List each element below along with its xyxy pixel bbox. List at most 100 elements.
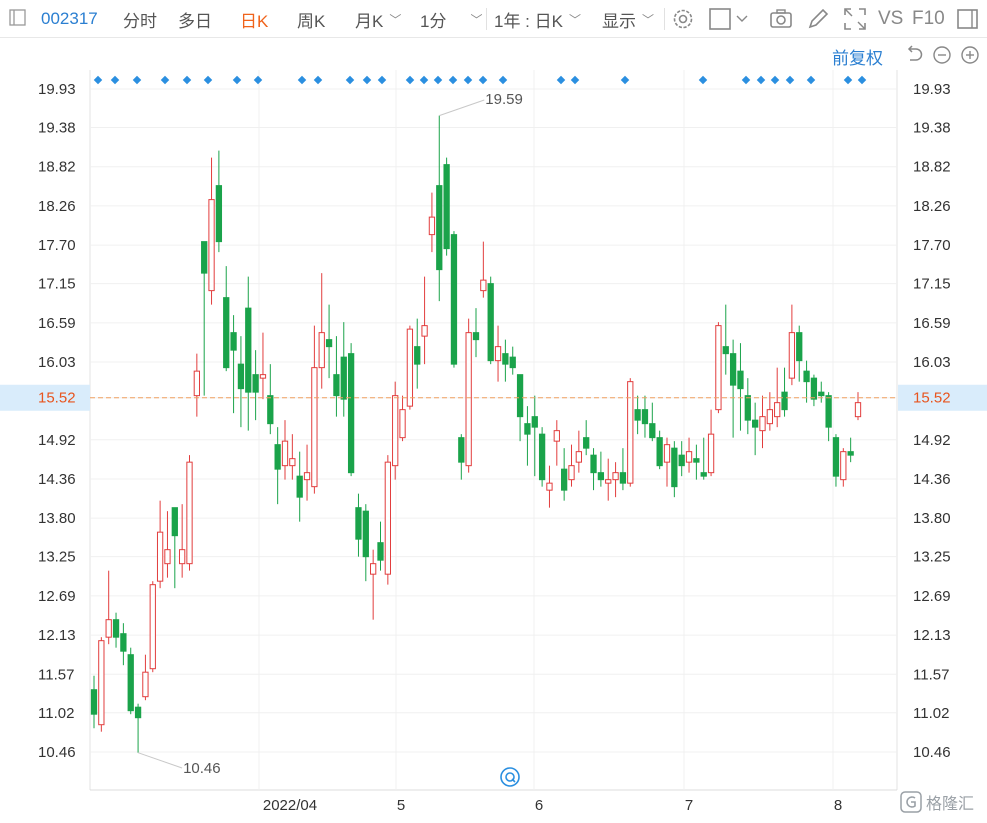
event-marker-diamond xyxy=(132,75,142,85)
y-tick-label-left: 12.69 xyxy=(38,588,76,605)
event-marker-diamond xyxy=(182,75,192,85)
current-price-label-right: 15.52 xyxy=(913,390,951,407)
candle-down xyxy=(752,419,759,428)
y-tick-label-right: 17.70 xyxy=(913,237,951,254)
candle-up xyxy=(399,409,406,439)
event-marker-diamond xyxy=(498,75,508,85)
candle-up xyxy=(98,640,105,726)
candle-down xyxy=(737,370,744,390)
candle-down xyxy=(333,374,340,397)
candle-down xyxy=(252,374,259,393)
y-tick-label-right: 12.13 xyxy=(913,627,951,644)
candle-up xyxy=(179,549,186,565)
y-tick-label-right: 11.57 xyxy=(913,666,949,683)
candle-up xyxy=(854,402,862,418)
candle-up xyxy=(774,402,781,418)
event-marker-diamond xyxy=(433,75,443,85)
event-marker-diamond xyxy=(203,75,213,85)
candle-up xyxy=(289,458,296,467)
candle-down xyxy=(693,458,700,463)
x-tick-label: 8 xyxy=(834,797,842,814)
candle-down xyxy=(641,409,649,425)
candle-up xyxy=(311,367,318,488)
candle-down xyxy=(340,356,347,400)
candle-down xyxy=(671,447,678,488)
candle-down xyxy=(245,307,252,393)
event-marker-diamond xyxy=(232,75,242,85)
y-tick-label-left: 11.02 xyxy=(38,705,74,722)
candle-up xyxy=(208,199,215,292)
candle-down xyxy=(810,377,818,400)
candle-down xyxy=(583,437,590,449)
candle-down xyxy=(832,437,840,477)
candle-up xyxy=(553,430,560,442)
candle-down xyxy=(590,454,597,474)
candle-up xyxy=(193,370,200,397)
y-tick-label-right: 16.59 xyxy=(913,315,951,332)
y-tick-label-right: 12.69 xyxy=(913,588,951,605)
y-tick-label-left: 14.92 xyxy=(38,432,76,449)
candle-up xyxy=(663,444,671,463)
event-marker-diamond xyxy=(419,75,429,85)
y-tick-label-right: 13.80 xyxy=(913,510,951,527)
candle-up xyxy=(421,325,428,337)
y-tick-label-right: 14.36 xyxy=(913,471,951,488)
candle-down xyxy=(729,353,737,386)
candle-down xyxy=(803,370,810,383)
event-marker-diamond xyxy=(297,75,307,85)
candle-down xyxy=(649,423,656,439)
y-tick-label-left: 17.15 xyxy=(38,276,76,293)
event-marker-icon[interactable] xyxy=(499,766,521,788)
event-marker-diamond xyxy=(478,75,488,85)
candle-down xyxy=(825,395,832,428)
candle-down xyxy=(597,472,605,481)
high-annotation-line xyxy=(439,99,485,117)
y-tick-label-left: 13.80 xyxy=(38,510,76,527)
candle-down xyxy=(538,433,546,481)
candle-up xyxy=(685,451,693,463)
candle-up xyxy=(281,440,289,467)
y-tick-label-left: 19.93 xyxy=(38,81,76,98)
y-tick-label-right: 19.93 xyxy=(913,81,951,98)
candle-down xyxy=(127,654,134,712)
candle-down xyxy=(377,542,384,561)
candle-down xyxy=(274,444,281,470)
candlestick-chart[interactable]: 19.93 19.93 19.38 19.38 18.82 18.82 18.26 18.26… xyxy=(0,0,987,823)
candle-down xyxy=(524,423,531,435)
candle-down xyxy=(134,706,142,719)
y-tick-label-left: 16.03 xyxy=(38,354,76,371)
candle-up xyxy=(494,346,502,362)
candle-down xyxy=(443,164,450,250)
watermark-logo: 格隆汇 xyxy=(900,790,974,814)
event-marker-diamond xyxy=(785,75,795,85)
candle-up xyxy=(384,461,391,575)
candle-down xyxy=(120,633,127,652)
candle-down xyxy=(90,689,98,715)
candle-up xyxy=(186,461,193,565)
candle-down xyxy=(656,437,663,467)
candle-down xyxy=(744,395,751,421)
candle-up xyxy=(406,328,414,407)
candle-down xyxy=(347,353,355,474)
candle-up xyxy=(105,619,112,638)
candle-up xyxy=(759,416,766,432)
candle-up xyxy=(575,451,582,463)
x-tick-label: 7 xyxy=(685,797,693,814)
candle-up xyxy=(370,563,377,575)
candle-down xyxy=(458,437,465,463)
event-marker-diamond xyxy=(857,75,867,85)
y-tick-label-left: 10.46 xyxy=(38,744,76,761)
event-marker-diamond xyxy=(405,75,415,85)
candle-down xyxy=(818,391,825,397)
event-marker-diamond xyxy=(110,75,120,85)
candle-up xyxy=(627,381,634,484)
candle-up xyxy=(318,332,325,369)
y-tick-label-left: 18.82 xyxy=(38,159,76,176)
event-marker-diamond xyxy=(313,75,323,85)
event-marker-diamond xyxy=(741,75,751,85)
high-price-label: 19.59 xyxy=(485,91,523,108)
candle-down xyxy=(362,510,369,558)
candle-down xyxy=(516,374,524,418)
y-tick-label-left: 17.70 xyxy=(38,237,76,254)
candle-down xyxy=(230,332,237,351)
